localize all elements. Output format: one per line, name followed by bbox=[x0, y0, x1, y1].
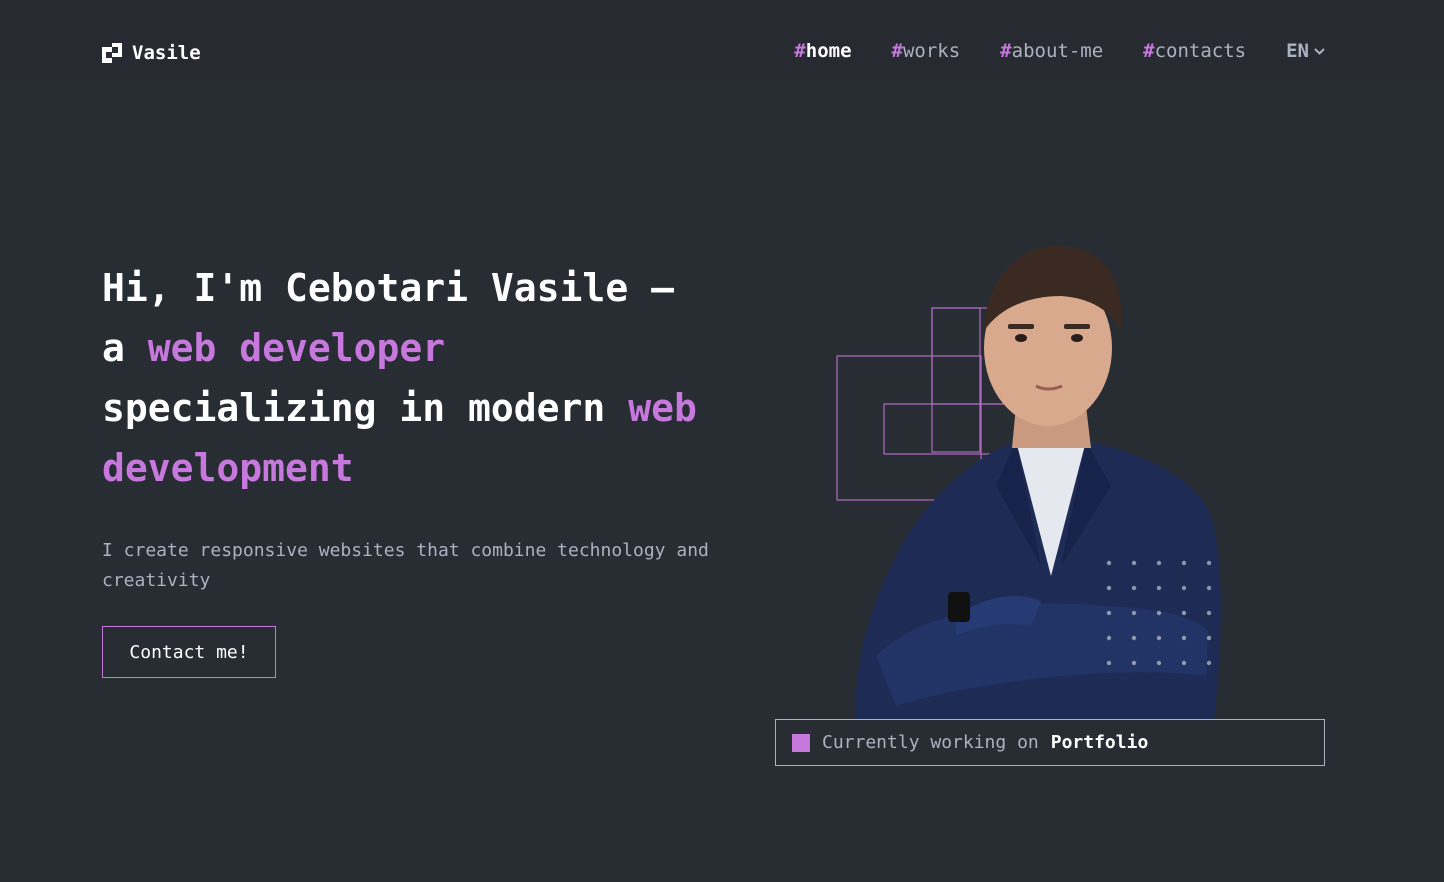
hero-title: Hi, I'm Cebotari Vasile – a web develope… bbox=[102, 258, 762, 498]
brand-name: Vasile bbox=[132, 42, 201, 64]
dot-grid-decoration bbox=[1106, 560, 1212, 666]
status-prefix: Currently working on bbox=[822, 732, 1039, 753]
language-label: EN bbox=[1286, 40, 1309, 62]
nav-hash: # bbox=[891, 40, 903, 62]
contact-button[interactable]: Contact me! bbox=[102, 626, 276, 678]
language-selector[interactable]: EN bbox=[1286, 40, 1326, 62]
nav-home[interactable]: #home bbox=[794, 40, 851, 62]
hero-title-line2-prefix: a bbox=[102, 326, 148, 370]
hero-title-line3-prefix: specializing in modern bbox=[102, 386, 629, 430]
logo[interactable]: Vasile bbox=[102, 42, 201, 64]
hero-title-line3-accent: web bbox=[628, 386, 697, 430]
status-indicator-icon bbox=[792, 733, 810, 752]
nav-about-me[interactable]: #about-me bbox=[1000, 40, 1103, 62]
site-header: Vasile #home #works #about-me #contacts … bbox=[0, 0, 1444, 80]
nav-hash: # bbox=[794, 40, 806, 62]
main-nav: #home #works #about-me #contacts EN bbox=[794, 40, 1326, 62]
chevron-down-icon bbox=[1314, 47, 1325, 55]
nav-label: contacts bbox=[1154, 40, 1247, 62]
status-project: Portfolio bbox=[1050, 732, 1149, 753]
logo-icon bbox=[102, 43, 122, 63]
hero-title-line4-accent: development bbox=[102, 446, 354, 490]
nav-hash: # bbox=[1143, 40, 1155, 62]
hero-title-line1: Hi, I'm Cebotari Vasile – bbox=[102, 266, 674, 310]
nav-contacts[interactable]: #contacts bbox=[1143, 40, 1246, 62]
nav-hash: # bbox=[1000, 40, 1012, 62]
status-banner: Currently working on Portfolio bbox=[775, 719, 1325, 766]
nav-label: home bbox=[805, 40, 852, 62]
nav-label: about-me bbox=[1011, 40, 1104, 62]
hero-title-line2-accent: web developer bbox=[147, 326, 446, 370]
nav-label: works bbox=[902, 40, 961, 62]
hero-subtitle: I create responsive websites that combin… bbox=[102, 540, 709, 591]
nav-works[interactable]: #works bbox=[892, 40, 961, 62]
